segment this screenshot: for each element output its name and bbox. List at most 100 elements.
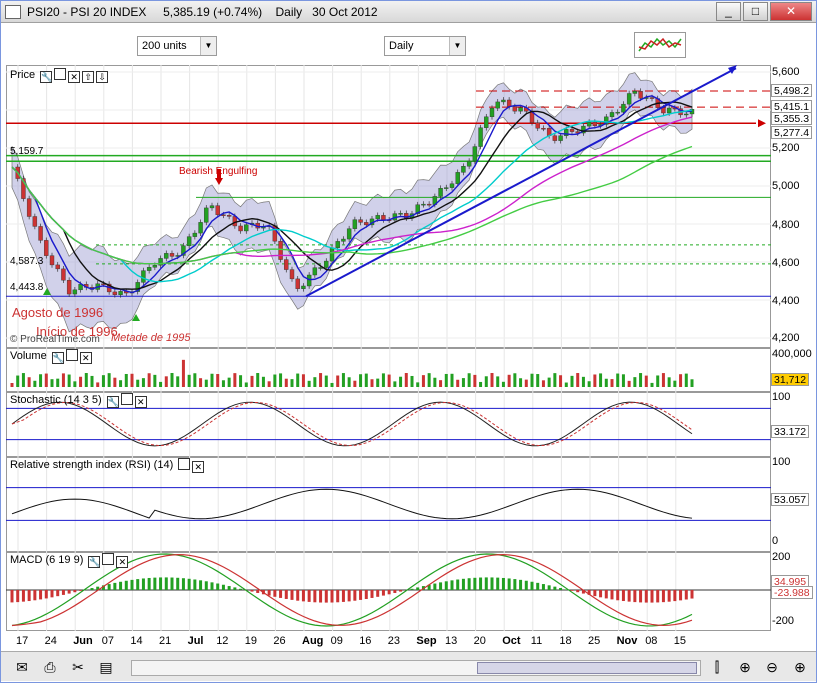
candle xyxy=(204,207,209,223)
units-select[interactable]: 200 units ▼ xyxy=(137,36,217,56)
macd-histogram-bar xyxy=(50,590,54,598)
scrollbar-thumb[interactable] xyxy=(477,662,697,674)
candle xyxy=(501,99,506,103)
candle xyxy=(301,285,306,289)
volume-bar xyxy=(559,375,563,387)
volume-bar xyxy=(393,381,397,387)
close-button[interactable]: ✕ xyxy=(770,2,812,21)
volume-bar xyxy=(616,373,620,387)
candle xyxy=(449,183,455,188)
tools-icon[interactable]: ✂ xyxy=(67,657,89,677)
macd-histogram-bar xyxy=(439,582,443,590)
period-label: Daily xyxy=(275,5,303,19)
x-axis-tick: 09 xyxy=(330,635,343,647)
volume-bar xyxy=(410,375,414,387)
macd-histogram-bar xyxy=(530,581,534,590)
time-scrollbar[interactable] xyxy=(131,660,701,676)
volume-bar xyxy=(313,377,317,387)
volume-bar xyxy=(524,379,528,387)
volume-bar xyxy=(84,373,88,387)
price-level-label: 4,587.3 xyxy=(10,256,44,267)
maximize-button[interactable]: □ xyxy=(743,2,768,21)
window-icon[interactable] xyxy=(102,553,115,565)
volume-bar xyxy=(587,381,591,387)
rsi-tick: 0 xyxy=(772,535,779,547)
volume-bar xyxy=(301,374,305,387)
period-select[interactable]: Daily ▼ xyxy=(384,36,466,56)
title-bar: PSI20 - PSI 20 INDEX 5,385.19 (+0.74%) D… xyxy=(1,1,816,23)
volume-bar xyxy=(536,374,540,387)
x-axis-tick: 25 xyxy=(588,635,601,647)
volume-bar xyxy=(107,373,111,387)
macd-panel-label: MACD (6 19 9) xyxy=(10,554,84,566)
book-icon[interactable]: ▤ xyxy=(95,657,117,677)
x-axis-tick: 08 xyxy=(645,635,658,647)
wrench-icon[interactable]: 🔧 xyxy=(51,352,64,364)
macd-histogram-bar xyxy=(387,590,391,595)
volume-bar xyxy=(581,376,585,387)
chart-canvas[interactable]: Bearish EngulfingAgosto de 1996Início de… xyxy=(6,65,771,631)
candle xyxy=(318,267,323,269)
x-axis-tick: 17 xyxy=(16,635,29,647)
candle xyxy=(512,106,518,112)
wrench-icon[interactable]: 🔧 xyxy=(40,71,52,83)
macd-histogram-bar xyxy=(301,590,305,602)
macd-histogram-bar xyxy=(656,590,660,603)
volume-bar xyxy=(690,379,694,387)
close-icon[interactable]: ✕ xyxy=(134,396,147,408)
minimize-button[interactable]: _ xyxy=(716,2,741,21)
window-icon[interactable] xyxy=(65,349,78,361)
volume-bar xyxy=(216,374,220,387)
window-icon[interactable] xyxy=(54,68,67,80)
stoch-value-tag: 33.172 xyxy=(771,425,810,438)
candle xyxy=(66,280,72,295)
mail-icon[interactable]: ✉ xyxy=(11,657,33,677)
chart-area[interactable]: Bearish Engulfing Agosto de 1996 Início de… xyxy=(6,65,771,631)
volume-bar xyxy=(296,373,300,387)
macd-histogram-bar xyxy=(501,577,505,590)
wrench-icon[interactable]: 🔧 xyxy=(88,556,101,568)
candle xyxy=(289,269,295,280)
volume-bar xyxy=(404,373,408,387)
volume-bar xyxy=(250,375,254,387)
price-level-label: 5,159.7 xyxy=(10,146,44,157)
units-select-value: 200 units xyxy=(142,40,187,52)
window-icon[interactable] xyxy=(178,458,191,470)
macd-histogram-bar xyxy=(547,585,551,590)
candle xyxy=(444,187,449,189)
macd-histogram-bar xyxy=(147,577,151,590)
macd-histogram-bar xyxy=(661,590,665,603)
down-arrow-icon[interactable]: ⇩ xyxy=(96,71,109,83)
print-icon[interactable]: ⎙ xyxy=(39,657,61,677)
volume-panel-header: Volume 🔧 ✕ xyxy=(10,348,92,364)
volume-panel-label: Volume xyxy=(10,350,47,362)
volume-bar xyxy=(330,382,334,387)
zoom-out-icon[interactable]: ⊖ xyxy=(761,657,783,677)
candle xyxy=(558,135,563,141)
wrench-icon[interactable]: 🔧 xyxy=(106,396,119,408)
candle xyxy=(461,166,466,173)
volume-bar xyxy=(684,373,688,387)
window-icon[interactable] xyxy=(120,393,133,405)
close-icon[interactable]: ✕ xyxy=(79,352,92,364)
volume-bar xyxy=(650,382,654,387)
chart-type-icon[interactable]: ⫿ xyxy=(706,657,728,677)
macd-histogram-bar xyxy=(536,582,540,590)
volume-bar xyxy=(673,380,677,387)
volume-bar xyxy=(181,359,185,387)
volume-bar xyxy=(479,381,483,387)
up-arrow-icon[interactable]: ⇧ xyxy=(82,71,95,83)
close-icon[interactable]: ✕ xyxy=(68,71,81,83)
close-icon[interactable]: ✕ xyxy=(116,556,129,568)
candle xyxy=(295,278,300,289)
macd-histogram-bar xyxy=(627,590,631,602)
zoom-fit-icon[interactable]: ⊕ xyxy=(734,657,756,677)
candle xyxy=(626,93,632,105)
indicators-button[interactable] xyxy=(634,32,686,58)
macd-histogram-bar xyxy=(159,577,163,590)
price-tick: 4,400 xyxy=(772,295,800,307)
close-icon[interactable]: ✕ xyxy=(192,461,205,473)
date-label: 30 Oct 2012 xyxy=(312,5,378,19)
zoom-in-icon[interactable]: ⊕ xyxy=(789,657,811,677)
candle xyxy=(478,127,483,147)
